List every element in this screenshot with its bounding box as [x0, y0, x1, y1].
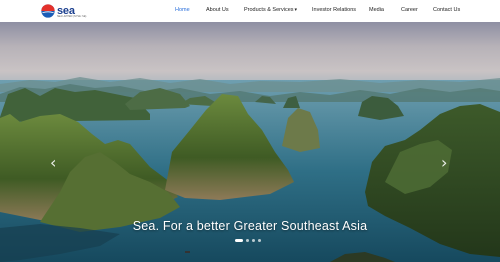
nav-products-services[interactable]: Products & Services▾	[244, 7, 297, 13]
carousel-prev-icon[interactable]: ‹	[50, 155, 56, 171]
carousel-dot-4[interactable]	[258, 239, 261, 242]
hero-carousel: Sea. For a better Greater Southeast Asia…	[0, 22, 500, 262]
nav-investor-relations[interactable]: Investor Relations	[312, 7, 356, 13]
carousel-dot-3[interactable]	[252, 239, 255, 242]
carousel-dot-1[interactable]	[235, 239, 243, 242]
nav-about-us[interactable]: About Us	[206, 7, 229, 13]
nav-career[interactable]: Career	[401, 7, 418, 13]
main-nav: Home About Us Products & Services▾ Inves…	[0, 0, 500, 22]
chevron-down-icon: ▾	[294, 7, 298, 13]
carousel-next-icon[interactable]: ›	[441, 155, 447, 171]
hero-tagline: Sea. For a better Greater Southeast Asia	[132, 219, 368, 233]
nav-products-label: Products & Services	[244, 7, 294, 13]
nav-contact-us[interactable]: Contact Us	[433, 7, 460, 13]
carousel-indicators	[235, 239, 261, 242]
top-navbar: sea SEA LIMITED (NYSE: SE) Home About Us…	[0, 0, 500, 23]
nav-home[interactable]: Home	[175, 7, 190, 13]
nav-media[interactable]: Media	[369, 7, 384, 13]
carousel-dot-2[interactable]	[246, 239, 249, 242]
